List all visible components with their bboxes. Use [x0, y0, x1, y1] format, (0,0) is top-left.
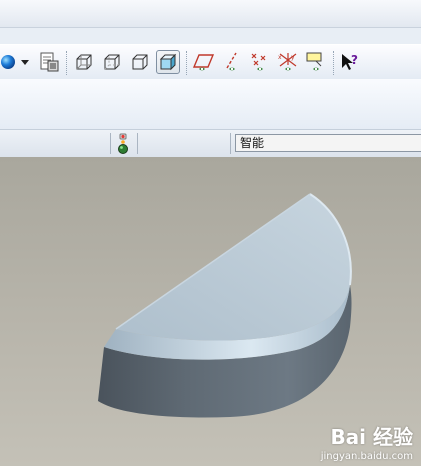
- model-tree-icon[interactable]: [37, 50, 61, 74]
- traffic-light-icon[interactable]: [116, 133, 130, 158]
- status-separator: [230, 133, 231, 154]
- part-top-face: [116, 194, 351, 341]
- title-bar: [0, 0, 421, 28]
- shading-icon[interactable]: [156, 50, 180, 74]
- watermark: Bai 经验 jingyan.baidu.com: [321, 421, 413, 462]
- svg-text:y: y: [291, 54, 295, 61]
- appearance-ball-icon[interactable]: [0, 50, 20, 74]
- graphics-viewport[interactable]: Bai 经验 jingyan.baidu.com: [0, 157, 421, 466]
- context-help-icon[interactable]: ?: [338, 50, 362, 74]
- dropdown-arrow-icon[interactable]: [18, 50, 32, 74]
- datum-plane-icon[interactable]: [192, 50, 216, 74]
- svg-text:x: x: [278, 54, 282, 61]
- toolbar-separator: [186, 51, 188, 75]
- toolbar-separator: [333, 51, 335, 75]
- status-separator: [110, 133, 111, 154]
- svg-text:?: ?: [351, 53, 358, 67]
- view-toolbar: x y ?: [0, 44, 421, 80]
- status-separator: [137, 133, 138, 154]
- selection-filter-select[interactable]: 智能: [235, 134, 421, 152]
- ribbon-panel: [0, 79, 421, 129]
- datum-axis-icon[interactable]: [220, 50, 244, 74]
- wireframe-icon[interactable]: [72, 50, 96, 74]
- watermark-logo: Bai 经验: [330, 425, 413, 449]
- annotation-display-icon[interactable]: [304, 50, 328, 74]
- hidden-line-icon[interactable]: [100, 50, 124, 74]
- part-model[interactable]: [0, 157, 421, 466]
- toolbar-separator: [66, 51, 68, 75]
- watermark-url: jingyan.baidu.com: [320, 451, 413, 462]
- datum-point-icon[interactable]: [248, 50, 272, 74]
- no-hidden-icon[interactable]: [128, 50, 152, 74]
- coordinate-system-icon[interactable]: x y: [276, 50, 300, 74]
